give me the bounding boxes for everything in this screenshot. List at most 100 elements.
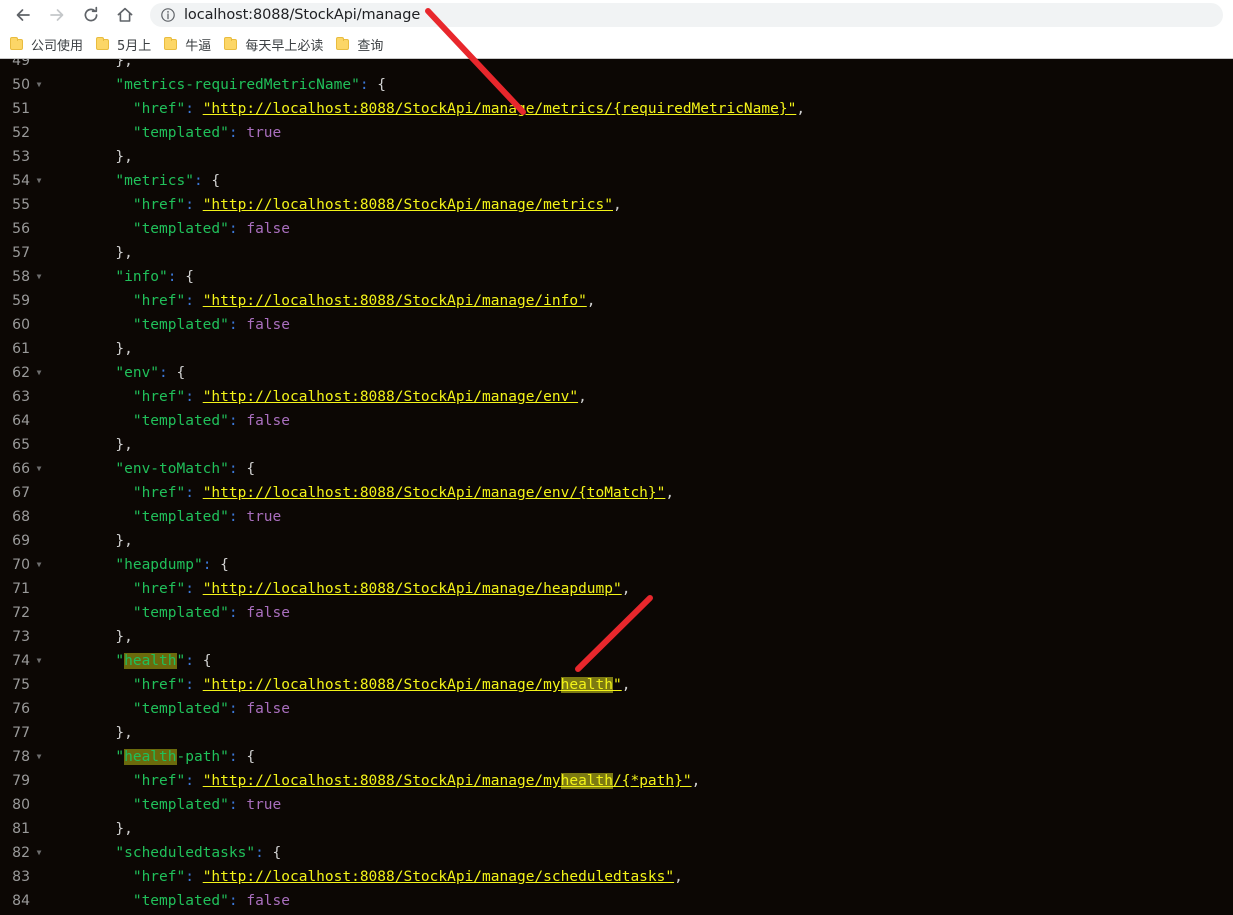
bookmark-item[interactable]: 公司使用 — [6, 33, 90, 55]
json-punctuation: { — [167, 365, 186, 381]
line-number: 51 — [12, 101, 30, 117]
json-link[interactable]: "http://localhost:8088/StockApi/manage/e… — [203, 389, 578, 405]
bookmarks-bar: 公司使用 5月上 牛逼 每天早上必读 查询 — [0, 30, 1233, 58]
address-bar[interactable]: localhost:8088/StockApi/manage — [150, 3, 1223, 27]
json-link-highlight[interactable]: health — [560, 773, 613, 789]
json-line-content: "templated": false — [0, 313, 1233, 337]
json-key: "templated" — [63, 797, 229, 813]
info-circle-icon[interactable] — [160, 7, 176, 23]
json-link[interactable]: "http://localhost:8088/StockApi/manage/h… — [203, 581, 622, 597]
fold-toggle-icon[interactable]: ▼ — [30, 265, 48, 289]
json-colon: : — [185, 197, 194, 213]
json-line: 79 "href": "http://localhost:8088/StockA… — [0, 769, 1233, 793]
json-link[interactable]: "http://localhost:8088/StockApi/manage/m… — [203, 677, 561, 693]
bookmark-item[interactable]: 5月上 — [92, 33, 158, 55]
json-key: "href" — [63, 485, 186, 501]
json-line: 66 ▼ "env-toMatch": { — [0, 457, 1233, 481]
json-punctuation: }, — [63, 245, 133, 261]
json-line: 59 "href": "http://localhost:8088/StockA… — [0, 289, 1233, 313]
json-colon: : — [185, 485, 194, 501]
json-viewer-pane[interactable]: 49 }, 50 ▼ "metrics-requiredMetricName": {… — [0, 59, 1233, 915]
json-link[interactable]: "http://localhost:8088/StockApi/manage/m… — [203, 197, 613, 213]
json-link[interactable]: "http://localhost:8088/StockApi/manage/s… — [203, 869, 674, 885]
json-line-content: "scheduledtasks": { — [0, 841, 1233, 865]
json-key: "env-toMatch" — [63, 461, 229, 477]
json-link[interactable]: /{*path}" — [613, 773, 692, 789]
json-boolean: false — [246, 221, 290, 237]
json-line-content: }, — [0, 337, 1233, 361]
json-line: 69 }, — [0, 529, 1233, 553]
json-line: 60 "templated": false — [0, 313, 1233, 337]
json-colon: : — [228, 701, 238, 717]
line-number: 78 — [12, 749, 30, 765]
json-key: "info" — [63, 269, 168, 285]
json-line-content: "templated": false — [0, 217, 1233, 241]
json-line: 62 ▼ "env": { — [0, 361, 1233, 385]
json-key: "metrics" — [63, 173, 194, 189]
fold-toggle-icon[interactable]: ▼ — [30, 169, 48, 193]
json-link[interactable]: "http://localhost:8088/StockApi/manage/m… — [203, 101, 797, 117]
json-key: "templated" — [63, 125, 229, 141]
fold-toggle-icon[interactable]: ▼ — [30, 361, 48, 385]
json-link[interactable]: "http://localhost:8088/StockApi/manage/m… — [203, 773, 561, 789]
json-line: 67 "href": "http://localhost:8088/StockA… — [0, 481, 1233, 505]
json-link[interactable]: " — [613, 677, 622, 693]
json-key: "href" — [63, 677, 186, 693]
json-line: 78 ▼ "health-path": { — [0, 745, 1233, 769]
fold-toggle-icon[interactable]: ▼ — [30, 745, 48, 769]
reload-button[interactable] — [74, 0, 108, 30]
bookmark-label: 牛逼 — [185, 38, 212, 54]
json-line-content: "href": "http://localhost:8088/StockApi/… — [0, 673, 1233, 697]
json-line-content: }, — [0, 241, 1233, 265]
json-line-content: "href": "http://localhost:8088/StockApi/… — [0, 97, 1233, 121]
line-number: 60 — [12, 317, 30, 333]
fold-toggle-icon[interactable]: ▼ — [30, 553, 48, 577]
folder-icon — [336, 37, 351, 51]
json-link[interactable]: "http://localhost:8088/StockApi/manage/i… — [203, 293, 587, 309]
bookmark-item[interactable]: 查询 — [332, 33, 390, 55]
fold-toggle-icon[interactable]: ▼ — [30, 457, 48, 481]
json-colon: : — [185, 389, 194, 405]
json-colon: : — [185, 293, 194, 309]
json-colon: : — [185, 653, 194, 669]
json-line-content: }, — [0, 625, 1233, 649]
json-line: 56 "templated": false — [0, 217, 1233, 241]
back-button[interactable] — [6, 0, 40, 30]
json-colon: : — [228, 125, 238, 141]
bookmark-item[interactable]: 每天早上必读 — [220, 33, 330, 55]
line-number: 65 — [12, 437, 30, 453]
json-line-content: "templated": false — [0, 409, 1233, 433]
json-key: "href" — [63, 869, 186, 885]
folder-icon — [96, 37, 111, 51]
json-line-content: "href": "http://localhost:8088/StockApi/… — [0, 577, 1233, 601]
json-line: 77 }, — [0, 721, 1233, 745]
forward-button[interactable] — [40, 0, 74, 30]
json-boolean: false — [246, 893, 290, 909]
line-number: 70 — [12, 557, 30, 573]
bookmark-item[interactable]: 牛逼 — [160, 33, 218, 55]
json-space — [194, 773, 203, 789]
json-line: 49 }, — [0, 59, 1233, 73]
home-button[interactable] — [108, 0, 142, 30]
fold-toggle-icon[interactable]: ▼ — [30, 649, 48, 673]
json-colon: : — [193, 173, 203, 189]
json-colon: : — [255, 845, 264, 861]
fold-toggle-icon[interactable]: ▼ — [30, 73, 48, 97]
json-boolean: true — [246, 125, 282, 141]
json-line-content: }, — [0, 817, 1233, 841]
forward-arrow-icon — [50, 9, 64, 21]
json-colon: : — [185, 869, 194, 885]
json-line-content: "templated": true — [0, 121, 1233, 145]
json-link[interactable]: "http://localhost:8088/StockApi/manage/e… — [203, 485, 666, 501]
json-space — [194, 485, 203, 501]
json-colon: : — [228, 605, 238, 621]
line-number: 59 — [12, 293, 30, 309]
json-line: 68 "templated": true — [0, 505, 1233, 529]
json-boolean: false — [246, 605, 290, 621]
json-link-highlight[interactable]: health — [560, 677, 613, 693]
json-line: 61 }, — [0, 337, 1233, 361]
fold-toggle-icon[interactable]: ▼ — [30, 841, 48, 865]
line-number: 53 — [12, 149, 30, 165]
json-key: "scheduledtasks" — [63, 845, 256, 861]
json-line-content: }, — [0, 145, 1233, 169]
